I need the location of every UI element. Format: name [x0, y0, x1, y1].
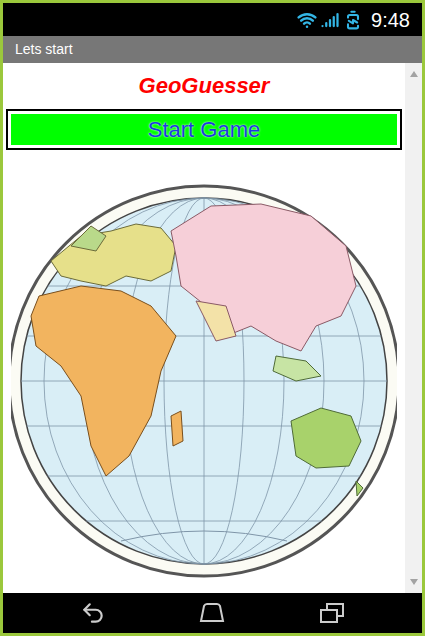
world-map-image — [11, 176, 397, 586]
home-icon[interactable] — [195, 603, 229, 623]
start-button[interactable]: Start Game — [6, 109, 402, 150]
scroll-up-icon[interactable] — [410, 71, 418, 77]
scroll-down-icon[interactable] — [410, 579, 418, 585]
navigation-bar — [3, 593, 422, 633]
recent-apps-icon[interactable] — [319, 602, 345, 624]
signal-icon — [321, 11, 339, 29]
back-icon[interactable] — [80, 600, 106, 626]
phone-screen: 9:48 Lets start GeoGuesser Start Game — [0, 0, 425, 636]
wifi-icon — [297, 10, 317, 30]
content: GeoGuesser Start Game — [3, 63, 422, 593]
clock: 9:48 — [371, 10, 410, 30]
status-bar: 9:48 — [3, 3, 422, 36]
battery-icon — [343, 10, 363, 30]
main-panel: GeoGuesser Start Game — [3, 63, 405, 593]
app-heading: GeoGuesser — [3, 63, 405, 101]
scrollbar[interactable] — [405, 63, 422, 593]
title-text: Lets start — [15, 39, 73, 60]
title-bar: Lets start — [3, 36, 422, 63]
